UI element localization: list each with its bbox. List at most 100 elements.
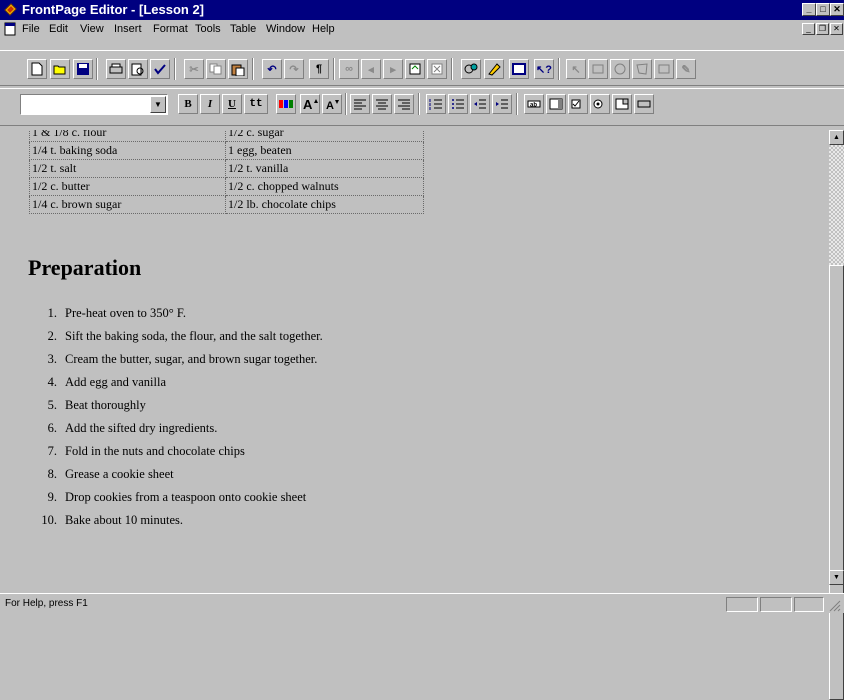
list-item[interactable]: 10. Bake about 10 minutes. bbox=[30, 509, 323, 532]
list-item[interactable]: 2. Sift the baking soda, the flour, and t… bbox=[30, 325, 323, 348]
menu-view[interactable]: View bbox=[80, 23, 104, 35]
step-number: 1. bbox=[47, 306, 57, 320]
close-button[interactable]: ✕ bbox=[830, 3, 844, 16]
list-item[interactable]: 1. Pre-heat oven to 350° F. bbox=[30, 302, 323, 325]
to-do-list-button[interactable] bbox=[509, 59, 529, 79]
numbered-list-button[interactable] bbox=[426, 94, 446, 114]
copy-button[interactable] bbox=[206, 59, 226, 79]
circle-tool-button[interactable] bbox=[610, 59, 630, 79]
document-area[interactable]: 1 & 1/8 c. flour 1/2 c. sugar 1/4 t. bak… bbox=[10, 130, 828, 585]
doc-minimize-button[interactable]: _ bbox=[802, 23, 815, 35]
back-button[interactable]: ◂ bbox=[361, 59, 381, 79]
fixed-width-button[interactable]: tt bbox=[244, 94, 268, 114]
table-cell[interactable]: 1/4 c. brown sugar bbox=[29, 195, 226, 214]
table-cell[interactable]: 1/2 lb. chocolate chips bbox=[225, 195, 424, 214]
doc-close-button[interactable]: ✕ bbox=[830, 23, 843, 35]
highlight-hotspots-button[interactable] bbox=[654, 59, 674, 79]
table-cell[interactable]: 1/2 c. chopped walnuts bbox=[225, 177, 424, 196]
drop-down-menu-button[interactable] bbox=[612, 94, 632, 114]
save-button[interactable] bbox=[73, 59, 93, 79]
maximize-button[interactable]: □ bbox=[816, 3, 830, 16]
title-bar[interactable]: FrontPage Editor - [Lesson 2] _ □ ✕ bbox=[0, 0, 844, 20]
explorer-button[interactable] bbox=[461, 59, 481, 79]
table-cell[interactable]: 1 egg, beaten bbox=[225, 141, 424, 160]
list-item[interactable]: 9. Drop cookies from a teaspoon onto cook… bbox=[30, 486, 323, 509]
make-transparent-button[interactable]: ✎ bbox=[676, 59, 696, 79]
radio-button-button[interactable] bbox=[590, 94, 610, 114]
table-cell[interactable]: 1/4 t. baking soda bbox=[29, 141, 226, 160]
style-dropdown[interactable]: ▼ bbox=[20, 94, 168, 115]
table-cell[interactable]: 1/2 t. vanilla bbox=[225, 159, 424, 178]
list-item[interactable]: 6. Add the sifted dry ingredients. bbox=[30, 417, 323, 440]
redo-button[interactable]: ↷ bbox=[284, 59, 304, 79]
polygon-tool-button[interactable] bbox=[632, 59, 652, 79]
menu-tools[interactable]: Tools bbox=[195, 23, 221, 35]
step-text: Fold in the nuts and chocolate chips bbox=[65, 444, 245, 458]
italic-button[interactable]: I bbox=[200, 94, 220, 114]
print-preview-button[interactable] bbox=[128, 59, 148, 79]
editor-button[interactable] bbox=[484, 59, 504, 79]
decrease-indent-button[interactable] bbox=[470, 94, 490, 114]
scroll-track[interactable] bbox=[829, 145, 844, 265]
refresh-button[interactable] bbox=[405, 59, 425, 79]
menu-file[interactable]: File bbox=[22, 23, 40, 35]
bold-button[interactable]: B bbox=[178, 94, 198, 114]
decrease-text-size-button[interactable]: A bbox=[322, 94, 342, 114]
menu-format[interactable]: Format bbox=[153, 23, 188, 35]
open-button[interactable] bbox=[50, 59, 70, 79]
push-button-button[interactable] bbox=[634, 94, 654, 114]
scroll-thumb[interactable] bbox=[829, 265, 844, 700]
bulleted-list-button[interactable] bbox=[448, 94, 468, 114]
vertical-scrollbar[interactable]: ▲ ▼ bbox=[829, 130, 844, 700]
hyperlink-button[interactable]: ∞ bbox=[339, 59, 359, 79]
menu-edit[interactable]: Edit bbox=[49, 23, 68, 35]
ingredients-table[interactable]: 1 & 1/8 c. flour 1/2 c. sugar 1/4 t. bak… bbox=[29, 130, 424, 214]
menu-help[interactable]: Help bbox=[312, 23, 335, 35]
list-item[interactable]: 5. Beat thoroughly bbox=[30, 394, 323, 417]
forward-button[interactable]: ▸ bbox=[383, 59, 403, 79]
list-item[interactable]: 7. Fold in the nuts and chocolate chips bbox=[30, 440, 323, 463]
list-item[interactable]: 8. Grease a cookie sheet bbox=[30, 463, 323, 486]
spelling-button[interactable] bbox=[150, 59, 170, 79]
one-line-text-box-button[interactable]: ab bbox=[524, 94, 544, 114]
minimize-button[interactable]: _ bbox=[802, 3, 816, 16]
table-cell[interactable]: 1/2 c. sugar bbox=[225, 130, 424, 142]
align-center-button[interactable] bbox=[372, 94, 392, 114]
menu-window[interactable]: Window bbox=[266, 23, 305, 35]
align-left-button[interactable] bbox=[350, 94, 370, 114]
select-tool-button[interactable]: ↖ bbox=[566, 59, 586, 79]
menu-table[interactable]: Table bbox=[230, 23, 256, 35]
scrolling-text-box-button[interactable] bbox=[546, 94, 566, 114]
increase-indent-icon bbox=[496, 99, 508, 109]
undo-button[interactable]: ↶ bbox=[262, 59, 282, 79]
stop-button[interactable] bbox=[427, 59, 447, 79]
rectangle-tool-button[interactable] bbox=[588, 59, 608, 79]
step-number: 7. bbox=[47, 444, 57, 458]
scroll-up-button[interactable]: ▲ bbox=[829, 130, 844, 145]
underline-button[interactable]: U bbox=[222, 94, 242, 114]
table-cell[interactable]: 1/2 c. butter bbox=[29, 177, 226, 196]
print-button[interactable] bbox=[106, 59, 126, 79]
resize-grip-icon[interactable] bbox=[828, 599, 841, 612]
document-icon[interactable] bbox=[3, 22, 17, 36]
increase-indent-button[interactable] bbox=[492, 94, 512, 114]
list-item[interactable]: 3. Cream the butter, sugar, and brown sug… bbox=[30, 348, 323, 371]
table-cell[interactable]: 1 & 1/8 c. flour bbox=[29, 130, 226, 142]
table-cell[interactable]: 1/2 t. salt bbox=[29, 159, 226, 178]
help-button[interactable]: ↖? bbox=[534, 59, 554, 79]
show-all-button[interactable]: ¶ bbox=[309, 59, 329, 79]
increase-text-size-button[interactable]: A bbox=[300, 94, 320, 114]
frontpage-app-icon[interactable] bbox=[3, 2, 18, 17]
text-color-button[interactable] bbox=[276, 94, 296, 114]
scroll-down-button[interactable]: ▼ bbox=[829, 570, 844, 585]
list-item[interactable]: 4. Add egg and vanilla bbox=[30, 371, 323, 394]
cut-button[interactable]: ✂ bbox=[184, 59, 204, 79]
align-right-button[interactable] bbox=[394, 94, 414, 114]
paste-button[interactable] bbox=[228, 59, 248, 79]
refresh-icon bbox=[409, 63, 421, 75]
chevron-down-icon[interactable]: ▼ bbox=[150, 96, 166, 113]
doc-restore-button[interactable]: ❐ bbox=[816, 23, 829, 35]
new-page-button[interactable] bbox=[27, 59, 47, 79]
check-box-button[interactable] bbox=[568, 94, 588, 114]
menu-insert[interactable]: Insert bbox=[114, 23, 142, 35]
